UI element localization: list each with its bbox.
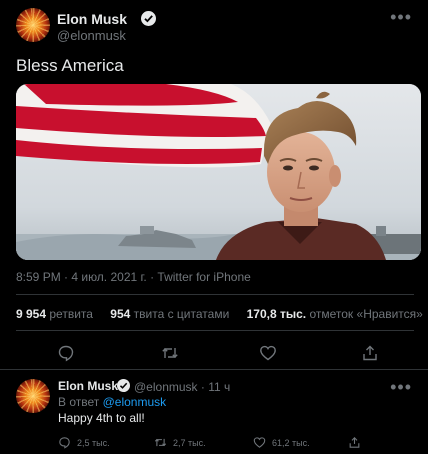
reply-replies[interactable]: 2,5 тыс. (58, 436, 110, 449)
reply-icon (59, 437, 70, 449)
reply-likes-count: 61,2 тыс. (272, 437, 310, 448)
quotes-count: 954 (110, 307, 131, 321)
tweet-stats: 9 954 ретвита 954 твита с цитатами 170,8… (16, 307, 428, 321)
share-icon (349, 437, 360, 448)
in-reply-to: В ответ @elonmusk (58, 395, 166, 409)
like-icon (253, 437, 266, 448)
author-handle[interactable]: @elonmusk (57, 28, 126, 43)
avatar[interactable] (16, 8, 50, 42)
reply-avatar[interactable] (16, 379, 50, 413)
divider (16, 294, 414, 295)
like-icon[interactable] (259, 344, 277, 362)
more-icon[interactable]: ••• (390, 378, 412, 396)
more-icon[interactable]: ••• (390, 8, 412, 26)
reply-share[interactable] (348, 436, 361, 449)
quotes-stat[interactable]: 954 твита с цитатами (110, 307, 229, 321)
tweet-text: Bless America (16, 56, 124, 75)
reply-text: Happy 4th to all! (58, 411, 145, 425)
author-name[interactable]: Elon Musk (57, 11, 127, 27)
divider (0, 369, 428, 370)
reply-likes[interactable]: 61,2 тыс. (253, 436, 310, 449)
likes-count: 170,8 тыс. (246, 307, 307, 321)
reply-icon[interactable] (57, 344, 75, 362)
tweet-photo[interactable] (16, 84, 421, 260)
retweets-stat[interactable]: 9 954 ретвита (16, 307, 93, 321)
retweets-label: ретвита (49, 307, 93, 321)
share-icon[interactable] (361, 344, 379, 362)
retweets-count: 9 954 (16, 307, 47, 321)
retweet-icon[interactable] (161, 344, 179, 362)
reply-retweets-count: 2,7 тыс. (173, 437, 206, 448)
verified-badge-icon (117, 379, 130, 392)
reply-author-name[interactable]: Elon Musk (58, 379, 118, 393)
reply-replies-count: 2,5 тыс. (77, 437, 110, 448)
divider (16, 330, 414, 331)
likes-stat[interactable]: 170,8 тыс. отметок «Нравится» (247, 307, 423, 321)
reply-handle-line: @elonmusk · 11 ч (134, 380, 230, 394)
tweet-timestamp[interactable]: 8:59 PM · 4 июл. 2021 г. · Twitter for i… (16, 270, 251, 284)
likes-label: отметок «Нравится» (309, 307, 423, 321)
retweet-icon (154, 438, 167, 447)
reply-time[interactable]: 11 ч (208, 380, 230, 394)
in-reply-prefix: В ответ (58, 395, 100, 409)
in-reply-handle[interactable]: @elonmusk (103, 395, 167, 409)
separator: · (200, 380, 205, 394)
verified-badge-icon (141, 11, 156, 26)
reply-retweets[interactable]: 2,7 тыс. (154, 436, 206, 449)
quotes-label: твита с цитатами (133, 307, 230, 321)
reply-handle[interactable]: @elonmusk (134, 380, 198, 394)
